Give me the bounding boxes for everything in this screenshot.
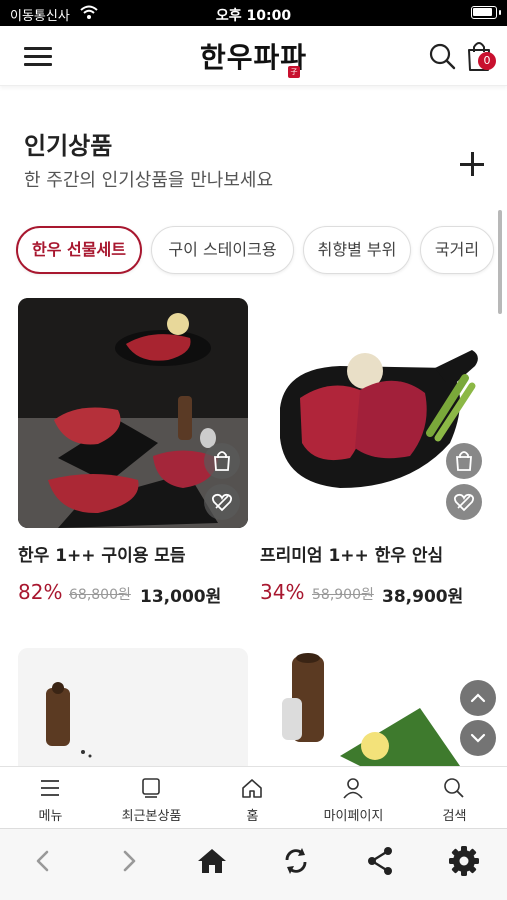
- chip-by-cut[interactable]: 취향별 부위: [303, 226, 411, 274]
- add-to-cart-button[interactable]: [446, 443, 482, 479]
- section-title: 인기상품: [24, 132, 113, 160]
- home-icon: [242, 779, 262, 798]
- settings-icon[interactable]: [446, 843, 482, 879]
- chevron-down-icon: [470, 733, 486, 743]
- heart-icon: [211, 493, 233, 512]
- nav-menu[interactable]: 메뉴: [0, 767, 101, 829]
- bottom-nav: 메뉴 최근본상품 홈 마이페이지 검색: [0, 766, 507, 828]
- product-price: 38,900원: [382, 587, 464, 607]
- nav-search[interactable]: 검색: [404, 767, 505, 829]
- product-photo: [18, 648, 248, 766]
- nav-recent[interactable]: 최근본상품: [101, 767, 202, 829]
- user-icon: [343, 778, 363, 799]
- nav-label: 최근본상품: [121, 809, 182, 824]
- product-discount: 82%: [18, 580, 63, 604]
- battery-tip: [499, 10, 501, 15]
- product-price: 13,000원: [140, 587, 222, 607]
- recent-icon: [142, 778, 160, 798]
- nav-label: 메뉴: [38, 809, 63, 824]
- scroll-down-button[interactable]: [460, 720, 496, 756]
- wishlist-button[interactable]: [204, 484, 240, 520]
- nav-mypage[interactable]: 마이페이지: [303, 767, 404, 829]
- app-header: 한우파파 子: [0, 26, 507, 86]
- chip-soup[interactable]: 국거리: [420, 226, 494, 274]
- bag-icon: [214, 451, 230, 471]
- chip-gift-set[interactable]: 한우 선물세트: [16, 226, 142, 274]
- status-bar: 이동통신사 오후 10:00: [0, 0, 507, 26]
- heart-icon: [453, 493, 475, 512]
- product-original-price: 58,900원: [312, 587, 374, 603]
- home-icon[interactable]: [194, 843, 230, 879]
- logo-stamp: 子: [288, 66, 300, 78]
- scroll-up-button[interactable]: [460, 680, 496, 716]
- nav-home[interactable]: 홈: [202, 767, 303, 829]
- refresh-icon[interactable]: [278, 843, 314, 879]
- battery-icon: [471, 6, 497, 19]
- section-subtitle: 한 주간의 인기상품을 만나보세요: [24, 170, 274, 191]
- search-icon[interactable]: [428, 42, 456, 70]
- bag-icon: [456, 451, 472, 471]
- search-icon: [444, 778, 464, 798]
- product-discount: 34%: [260, 580, 305, 604]
- nav-label: 검색: [442, 809, 467, 824]
- nav-label: 마이페이지: [323, 809, 384, 824]
- nav-label: 홈: [246, 809, 259, 824]
- product-image[interactable]: [260, 648, 490, 766]
- product-photo: [260, 648, 490, 766]
- product-name[interactable]: 프리미엄 1++ 한우 안심: [260, 541, 443, 566]
- chevron-up-icon: [470, 693, 486, 703]
- chip-grill-steak[interactable]: 구이 스테이크용: [151, 226, 294, 274]
- wishlist-button[interactable]: [446, 484, 482, 520]
- add-to-cart-button[interactable]: [204, 443, 240, 479]
- product-name[interactable]: 한우 1++ 구이용 모듬: [18, 541, 186, 566]
- back-icon[interactable]: [26, 843, 62, 879]
- browser-toolbar: [0, 828, 507, 900]
- cart-count-badge: 0: [478, 52, 496, 70]
- more-button[interactable]: [456, 148, 488, 180]
- share-icon[interactable]: [362, 843, 398, 879]
- scrollbar[interactable]: [498, 210, 502, 314]
- product-original-price: 68,800원: [69, 587, 131, 603]
- forward-icon[interactable]: [110, 843, 146, 879]
- clock: 오후 10:00: [215, 8, 292, 24]
- menu-icon: [41, 780, 59, 796]
- product-image[interactable]: [18, 648, 248, 766]
